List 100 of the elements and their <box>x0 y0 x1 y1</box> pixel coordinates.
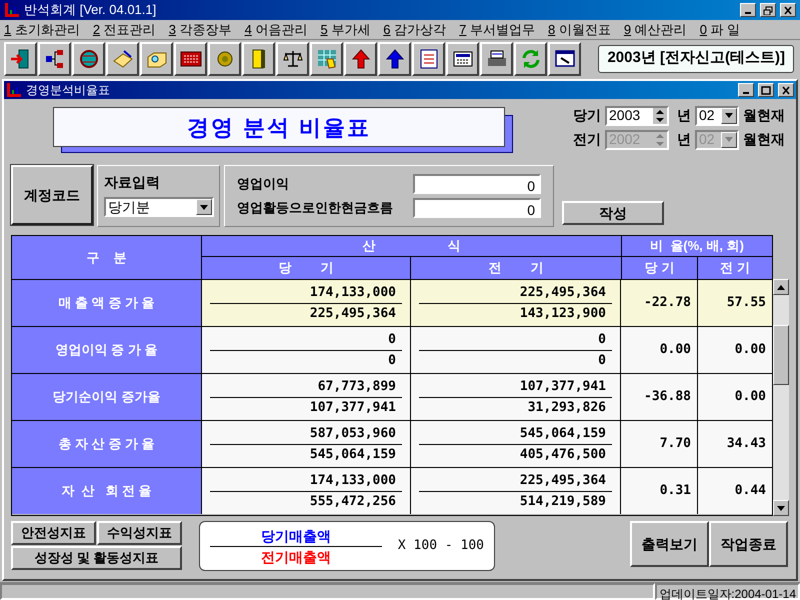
scroll-down-icon[interactable] <box>777 506 785 510</box>
toolbar-button[interactable] <box>480 42 513 76</box>
minimize-button[interactable] <box>738 83 754 97</box>
ratio-cell: 34.43 <box>698 421 772 467</box>
menu-item[interactable]: 6 감가상각 <box>383 20 446 40</box>
close-icon <box>783 6 793 14</box>
formula-operation: X 100 - 100 <box>398 537 484 556</box>
restore-button[interactable] <box>760 3 776 17</box>
scrollbar-thumb[interactable] <box>773 325 789 385</box>
numerator-value: 67,773,899 <box>316 378 397 396</box>
menu-item[interactable]: 9 예산관리 <box>624 20 687 40</box>
denominator-value: 0 <box>387 352 397 370</box>
numerator-value: 107,377,941 <box>518 378 607 396</box>
field-label: 영업이익 <box>237 175 290 194</box>
denominator-value: 555,472,256 <box>308 492 397 510</box>
denominator-value: 143,123,900 <box>518 304 607 322</box>
numerator-value: 225,495,364 <box>518 284 607 302</box>
action-button[interactable]: 출력보기 <box>630 521 709 567</box>
denominator-value: 225,495,364 <box>308 304 397 322</box>
close-button[interactable] <box>780 3 796 17</box>
amount-field[interactable]: 0 <box>413 198 541 218</box>
year-spinner[interactable]: 2003 <box>605 106 669 126</box>
toolbar-button[interactable] <box>208 42 241 76</box>
column-header: 전 기 <box>411 257 621 279</box>
numerator-value: 0 <box>387 330 397 348</box>
account-code-button[interactable]: 계정코드 <box>11 165 93 225</box>
maximize-button[interactable] <box>758 83 774 97</box>
scroll-up-icon[interactable] <box>777 284 785 290</box>
menu-item[interactable]: 3 각종장부 <box>168 20 232 40</box>
row-label: 자 산 회 전 율 <box>12 468 202 514</box>
toolbar-button[interactable] <box>412 42 445 76</box>
toolbar-button[interactable] <box>242 42 275 76</box>
menu-item[interactable]: 8 이월전표 <box>548 20 611 40</box>
as-of-label: 월현재 <box>743 130 785 149</box>
field-label: 영업활등으로인한현금흐름 <box>237 199 394 218</box>
data-input-label: 자료입력 <box>104 173 161 192</box>
toolbar-button[interactable] <box>276 42 309 76</box>
app-logo-icon <box>6 82 22 98</box>
indicator-button[interactable]: 성장성 및 활동성지표 <box>11 546 182 570</box>
month-dropdown[interactable]: 02 <box>695 106 739 126</box>
dropdown-arrow-icon <box>725 113 733 118</box>
toolbar-button[interactable] <box>514 42 547 76</box>
ratio-cell: 57.55 <box>698 280 772 326</box>
menu-item[interactable]: 4 어음관리 <box>244 20 308 40</box>
column-header: 전 기 <box>698 257 772 279</box>
close-button[interactable] <box>778 83 794 97</box>
ratio-cell: 0.00 <box>698 374 772 420</box>
menu-item[interactable]: 2 전표관리 <box>92 20 156 40</box>
toolbar-button[interactable] <box>446 42 479 76</box>
numerator-value: 225,495,364 <box>518 472 607 490</box>
year-unit-label: 년 <box>677 106 691 125</box>
numerator-value: 545,064,159 <box>518 424 607 442</box>
row-label: 총 자 산 증 가 율 <box>12 421 202 467</box>
denominator-label: 전기매출액 <box>260 548 332 566</box>
menu-item[interactable]: 5 부가세 <box>320 20 370 40</box>
toolbar-button[interactable] <box>344 42 377 76</box>
app-logo-icon <box>4 2 20 18</box>
denominator-value: 107,377,941 <box>308 398 397 416</box>
action-button[interactable]: 작업종료 <box>709 521 788 567</box>
report-heading: 경영 분석 비율표 <box>53 107 505 147</box>
ratio-cell: 0.44 <box>698 468 772 514</box>
denominator-value: 31,293,826 <box>526 398 607 416</box>
vertical-scrollbar[interactable] <box>773 279 789 516</box>
toolbar-button[interactable] <box>72 42 105 76</box>
dropdown-arrow-icon <box>200 204 208 210</box>
data-input-dropdown[interactable]: 당기분 <box>104 197 214 217</box>
company-banner: 2003년 [전자신고(테스트)] <box>598 44 794 72</box>
ratio-cell: -22.78 <box>621 280 698 326</box>
indicator-button[interactable]: 안전성지표 <box>11 521 96 545</box>
ratio-cell: 0.31 <box>621 468 698 514</box>
indicator-button[interactable]: 수익성지표 <box>97 521 182 545</box>
toolbar-button[interactable] <box>174 42 207 76</box>
minimize-button[interactable] <box>740 3 756 17</box>
numerator-value: 174,133,000 <box>308 472 397 490</box>
menu-item[interactable]: 1 초기화관리 <box>4 20 80 40</box>
denominator-value: 0 <box>597 352 607 370</box>
create-button[interactable]: 작성 <box>562 201 664 225</box>
toolbar-button[interactable] <box>38 42 71 76</box>
menu-item[interactable]: 0 파 일 <box>700 20 740 40</box>
column-header: 당 기 <box>202 257 411 279</box>
menu-item[interactable]: 7 부서별업무 <box>459 20 536 40</box>
close-icon <box>781 86 791 94</box>
toolbar-button[interactable] <box>378 42 411 76</box>
toolbar-button[interactable] <box>310 42 343 76</box>
amount-field[interactable]: 0 <box>413 174 541 194</box>
denominator-value: 545,064,159 <box>308 446 397 464</box>
ratio-cell: 7.70 <box>621 421 698 467</box>
toolbar-button[interactable] <box>140 42 173 76</box>
toolbar-button[interactable] <box>548 42 581 76</box>
numerator-value: 174,133,000 <box>308 284 397 302</box>
numerator-label: 당기매출액 <box>260 526 332 546</box>
denominator-value: 405,476,500 <box>518 446 607 464</box>
numerator-value: 0 <box>597 330 607 348</box>
toolbar-button[interactable] <box>106 42 139 76</box>
denominator-value: 514,219,589 <box>518 492 607 510</box>
ratio-cell: 0.00 <box>698 327 772 373</box>
year-unit-label: 년 <box>677 130 691 149</box>
ratio-cell: -36.88 <box>621 374 698 420</box>
toolbar-button[interactable] <box>4 42 37 76</box>
numerator-value: 587,053,960 <box>308 424 397 442</box>
